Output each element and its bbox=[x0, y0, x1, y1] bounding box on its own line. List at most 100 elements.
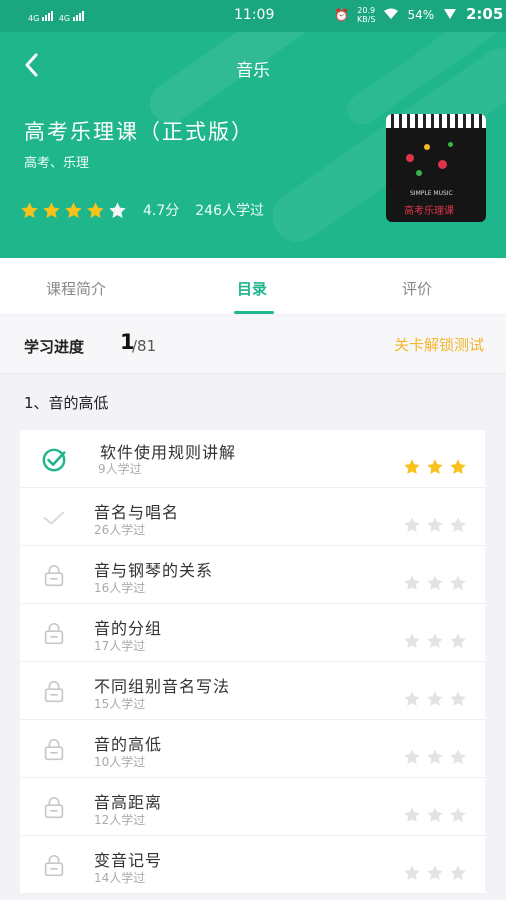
star-icon bbox=[403, 458, 421, 476]
star-icon bbox=[20, 201, 39, 220]
lesson-learner-count: 17人学过 bbox=[94, 639, 146, 653]
star-icon bbox=[403, 748, 421, 766]
lesson-learner-count: 15人学过 bbox=[94, 697, 146, 711]
star-icon bbox=[426, 748, 444, 766]
star-icon bbox=[426, 806, 444, 824]
lesson-name: 音的高低 bbox=[94, 735, 163, 754]
star-icon bbox=[449, 516, 467, 534]
lesson-stars bbox=[403, 864, 467, 882]
learning-progress: 学习进度 1 /81 关卡解锁测试 bbox=[0, 316, 506, 374]
lesson-stars bbox=[403, 748, 467, 766]
music-note bbox=[448, 142, 453, 147]
active-tab-indicator bbox=[234, 311, 274, 314]
network-speed: 20.9 KB/S bbox=[356, 6, 376, 24]
lesson-learner-count: 9人学过 bbox=[98, 462, 142, 476]
star-icon bbox=[449, 864, 467, 882]
star-icon bbox=[42, 201, 61, 220]
alarm-icon: ⏰ bbox=[334, 8, 349, 22]
status-time: 11:09 bbox=[234, 7, 275, 23]
star-icon bbox=[449, 806, 467, 824]
progress-total: /81 bbox=[132, 337, 157, 355]
star-icon bbox=[64, 201, 83, 220]
music-note bbox=[406, 154, 414, 162]
lesson-stars bbox=[403, 458, 467, 476]
star-icon bbox=[403, 690, 421, 708]
star-icon bbox=[426, 690, 444, 708]
lock-icon bbox=[44, 681, 64, 703]
signal-indicators: 4G 4G bbox=[28, 9, 84, 23]
music-note bbox=[424, 144, 430, 150]
lesson-item[interactable]: 音名与唱名 26人学过 bbox=[20, 488, 485, 546]
star-icon bbox=[426, 516, 444, 534]
star-icon bbox=[449, 690, 467, 708]
star-icon bbox=[426, 458, 444, 476]
check-icon bbox=[43, 511, 65, 525]
battery-level: 54% bbox=[407, 8, 435, 22]
lock-icon bbox=[44, 855, 64, 877]
star-icon bbox=[449, 574, 467, 592]
unlock-test-link[interactable]: 关卡解锁测试 bbox=[394, 334, 484, 355]
lesson-item[interactable]: 不同组别音名写法 15人学过 bbox=[20, 662, 485, 720]
lock-icon bbox=[44, 623, 64, 645]
tab-reviews[interactable]: 评价 bbox=[402, 278, 432, 299]
lock-icon bbox=[44, 797, 64, 819]
star-icon bbox=[449, 632, 467, 650]
lock-icon bbox=[44, 565, 64, 587]
tab-bar: 课程简介 目录 评价 bbox=[0, 258, 506, 314]
progress-label: 学习进度 bbox=[24, 338, 85, 356]
lock-icon bbox=[44, 739, 64, 761]
rating-stars bbox=[20, 201, 127, 220]
battery-icon bbox=[442, 7, 458, 24]
lesson-item[interactable]: 音高距离 12人学过 bbox=[20, 778, 485, 836]
status-clock: 2:05 bbox=[466, 5, 504, 23]
lesson-item[interactable]: 音的高低 10人学过 bbox=[20, 720, 485, 778]
lesson-item[interactable]: 变音记号 14人学过 bbox=[20, 836, 485, 894]
lesson-learner-count: 12人学过 bbox=[94, 813, 146, 827]
course-cover: SIMPLE MUSIC 高考乐理课 bbox=[386, 114, 486, 222]
star-icon bbox=[403, 632, 421, 650]
rating-score: 4.7分 bbox=[143, 203, 180, 219]
page-title: 音乐 bbox=[236, 61, 270, 81]
cover-caption: SIMPLE MUSIC bbox=[410, 190, 453, 197]
lesson-name: 音与钢琴的关系 bbox=[94, 561, 214, 580]
lesson-stars bbox=[403, 574, 467, 592]
star-icon bbox=[403, 574, 421, 592]
lesson-name: 音的分组 bbox=[94, 619, 163, 638]
lesson-item[interactable]: 音的分组 17人学过 bbox=[20, 604, 485, 662]
piano-keys bbox=[386, 114, 486, 128]
check-circle-icon bbox=[42, 448, 66, 472]
lesson-name: 不同组别音名写法 bbox=[94, 677, 231, 696]
lesson-list: 软件使用规则讲解 9人学过 音名与唱名 26人学过 音与钢琴的关系 16人学过 音的分组 17… bbox=[20, 430, 485, 894]
lesson-learner-count: 16人学过 bbox=[94, 581, 146, 595]
music-note bbox=[416, 170, 422, 176]
course-title: 高考乐理课（正式版） bbox=[24, 120, 254, 144]
star-icon bbox=[86, 201, 105, 220]
cover-title: 高考乐理课 bbox=[404, 206, 454, 217]
tab-catalog[interactable]: 目录 bbox=[237, 278, 267, 299]
status-right: ⏰ 20.9 KB/S 54% bbox=[334, 6, 458, 24]
music-note bbox=[438, 160, 447, 169]
lesson-stars bbox=[403, 516, 467, 534]
star-icon bbox=[108, 201, 127, 220]
wifi-icon bbox=[383, 8, 399, 23]
section-title: 1、音的高低 bbox=[24, 394, 109, 412]
star-icon bbox=[449, 748, 467, 766]
course-header: 4G 4G 11:09 ⏰ 20.9 KB/S 54% 2:05 音乐 高考乐理课… bbox=[0, 0, 506, 258]
learner-count: 246人学过 bbox=[195, 203, 264, 219]
star-icon bbox=[403, 516, 421, 534]
lesson-item[interactable]: 音与钢琴的关系 16人学过 bbox=[20, 546, 485, 604]
status-bar: 4G 4G 11:09 ⏰ 20.9 KB/S 54% 2:05 bbox=[0, 0, 506, 32]
course-rating: 4.7分 246人学过 bbox=[20, 200, 264, 220]
signal-icon: 4G bbox=[28, 9, 53, 23]
star-icon bbox=[426, 864, 444, 882]
nav-bar: 音乐 bbox=[0, 40, 506, 90]
lesson-learner-count: 10人学过 bbox=[94, 755, 146, 769]
star-icon bbox=[403, 864, 421, 882]
lesson-item[interactable]: 软件使用规则讲解 9人学过 bbox=[20, 430, 485, 488]
star-icon bbox=[449, 458, 467, 476]
star-icon bbox=[426, 632, 444, 650]
lesson-stars bbox=[403, 632, 467, 650]
lesson-name: 音高距离 bbox=[94, 793, 163, 812]
tab-intro[interactable]: 课程简介 bbox=[46, 278, 106, 299]
lesson-name: 变音记号 bbox=[94, 851, 163, 870]
